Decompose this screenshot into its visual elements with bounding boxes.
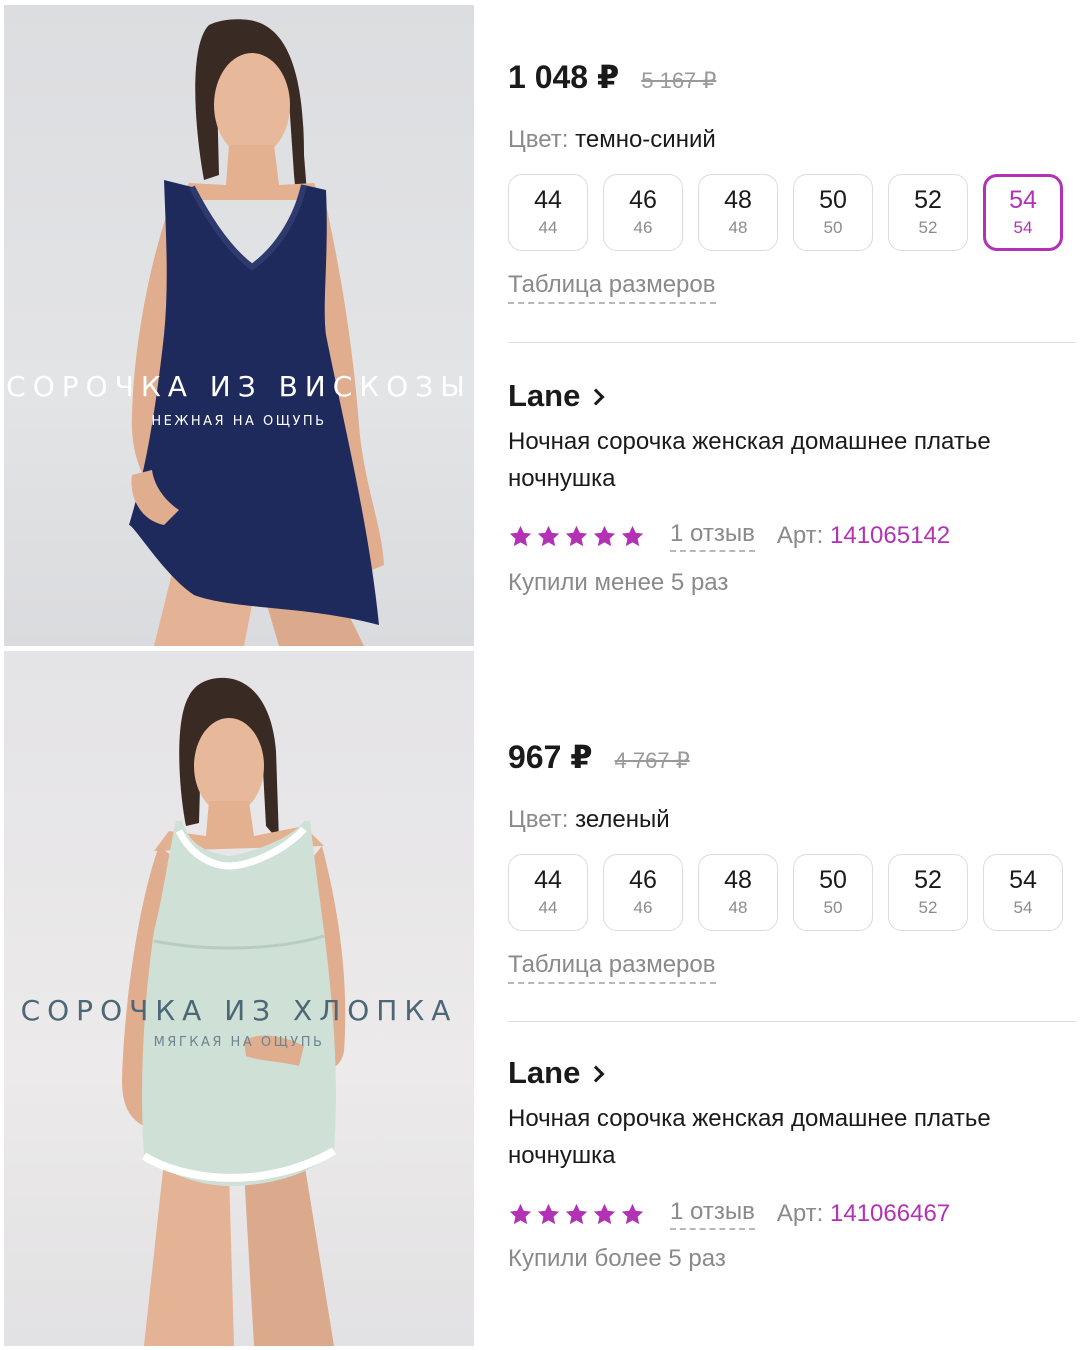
size-sublabel: 46: [633, 898, 653, 917]
current-price: 1 048 ₽: [508, 59, 620, 95]
size-option-50[interactable]: 50 50: [793, 174, 873, 251]
size-option-48[interactable]: 48 48: [698, 854, 778, 931]
size-label: 44: [534, 186, 562, 214]
product-card: СОРОЧКА ИЗ ВИСКОЗЫ НЕЖНАЯ НА ОЩУПЬ 1 048…: [0, 0, 1080, 648]
star-icon: [509, 525, 532, 546]
color-value: темно-синий: [575, 126, 716, 153]
size-label: 54: [1009, 866, 1037, 894]
product-title: Ночная сорочка женская домашнее платье н…: [508, 428, 991, 492]
size-sublabel: 48: [728, 218, 748, 237]
size-sublabel: 54: [1013, 218, 1033, 237]
size-option-44[interactable]: 44 44: [508, 174, 588, 251]
size-option-48[interactable]: 48 48: [698, 174, 778, 251]
photo-overlay-title: СОРОЧКА ИЗ ХЛОПКА: [20, 994, 458, 1027]
size-sublabel: 52: [918, 218, 938, 237]
star-icon: [621, 525, 644, 546]
size-label: 44: [534, 866, 562, 894]
product-photo[interactable]: СОРОЧКА ИЗ ХЛОПКА МЯГКАЯ НА ОЩУПЬ: [4, 651, 474, 1346]
size-label: 52: [914, 866, 942, 894]
color-value: зеленый: [575, 806, 670, 833]
size-table-link[interactable]: Таблица размеров: [508, 951, 716, 984]
product-photo[interactable]: СОРОЧКА ИЗ ВИСКОЗЫ НЕЖНАЯ НА ОЩУПЬ: [4, 5, 474, 646]
star-icon: [621, 1203, 644, 1224]
size-sublabel: 50: [823, 218, 843, 237]
rating-row: 1 отзыв Арт: 141065142: [508, 520, 950, 552]
article-number: Арт: 141065142: [777, 522, 950, 550]
product-title: Ночная сорочка женская домашнее платье н…: [508, 1105, 991, 1169]
color-row: Цвет: зеленый: [508, 806, 670, 834]
brand-name: Lane: [508, 378, 581, 413]
reviews-link[interactable]: 1 отзыв: [670, 1198, 755, 1230]
color-label: Цвет:: [508, 126, 569, 153]
product-card: СОРОЧКА ИЗ ХЛОПКА МЯГКАЯ НА ОЩУПЬ 967 ₽ …: [0, 648, 1080, 1350]
size-option-52[interactable]: 52 52: [888, 854, 968, 931]
star-icon: [565, 1203, 588, 1224]
brand-link[interactable]: Lane: [508, 1055, 605, 1091]
star-icon: [509, 1203, 532, 1224]
size-selector: 44 44 46 46 48 48 50 50 52 52 54 54: [508, 174, 1078, 251]
size-label: 52: [914, 186, 942, 214]
size-label: 46: [629, 186, 657, 214]
rating-row: 1 отзыв Арт: 141066467: [508, 1198, 950, 1230]
size-label: 48: [724, 186, 752, 214]
purchase-count: Купили менее 5 раз: [508, 569, 729, 596]
star-icon: [537, 1203, 560, 1224]
divider: [508, 342, 1076, 343]
size-option-50[interactable]: 50 50: [793, 854, 873, 931]
size-sublabel: 48: [728, 898, 748, 917]
divider: [508, 1021, 1076, 1022]
size-sublabel: 46: [633, 218, 653, 237]
size-option-54-selected[interactable]: 54 54: [983, 174, 1063, 251]
purchase-count: Купили более 5 раз: [508, 1245, 726, 1272]
star-icon: [593, 525, 616, 546]
article-value[interactable]: 141066467: [830, 1200, 950, 1227]
reviews-link[interactable]: 1 отзыв: [670, 520, 755, 552]
size-option-52[interactable]: 52 52: [888, 174, 968, 251]
article-number: Арт: 141066467: [777, 1200, 950, 1228]
size-label: 46: [629, 866, 657, 894]
size-sublabel: 50: [823, 898, 843, 917]
size-option-46[interactable]: 46 46: [603, 854, 683, 931]
size-sublabel: 54: [1013, 898, 1033, 917]
article-value[interactable]: 141065142: [830, 522, 950, 549]
brand-link[interactable]: Lane: [508, 378, 605, 414]
brand-name: Lane: [508, 1055, 581, 1090]
size-sublabel: 52: [918, 898, 938, 917]
size-label: 48: [724, 866, 752, 894]
size-label: 50: [819, 186, 847, 214]
size-selector: 44 44 46 46 48 48 50 50 52 52 54 54: [508, 854, 1078, 931]
photo-overlay-title: СОРОЧКА ИЗ ВИСКОЗЫ: [6, 370, 472, 403]
chevron-right-icon: [587, 388, 605, 406]
chevron-right-icon: [587, 1065, 605, 1083]
star-icon: [593, 1203, 616, 1224]
rating-stars: [508, 524, 648, 549]
rating-stars: [508, 1202, 648, 1227]
photo-overlay-subtitle: МЯГКАЯ НА ОЩУПЬ: [153, 1035, 325, 1050]
photo-overlay-subtitle: НЕЖНАЯ НА ОЩУПЬ: [151, 414, 327, 429]
size-label: 54: [1009, 186, 1037, 214]
size-option-46[interactable]: 46 46: [603, 174, 683, 251]
size-label: 50: [819, 866, 847, 894]
article-label: Арт:: [776, 522, 824, 549]
price-row: 1 048 ₽ 5 167 ₽: [508, 58, 716, 96]
old-price: 4 767 ₽: [614, 748, 690, 773]
article-label: Арт:: [776, 1200, 824, 1227]
size-sublabel: 44: [538, 898, 558, 917]
current-price: 967 ₽: [508, 739, 593, 775]
size-option-44[interactable]: 44 44: [508, 854, 588, 931]
size-sublabel: 44: [538, 218, 558, 237]
old-price: 5 167 ₽: [641, 68, 717, 93]
size-option-54[interactable]: 54 54: [983, 854, 1063, 931]
color-label: Цвет:: [508, 806, 569, 833]
price-row: 967 ₽ 4 767 ₽: [508, 738, 690, 776]
star-icon: [537, 525, 560, 546]
color-row: Цвет: темно-синий: [508, 126, 716, 154]
model-illustration: [129, 19, 384, 646]
size-table-link[interactable]: Таблица размеров: [508, 271, 716, 304]
star-icon: [565, 525, 588, 546]
